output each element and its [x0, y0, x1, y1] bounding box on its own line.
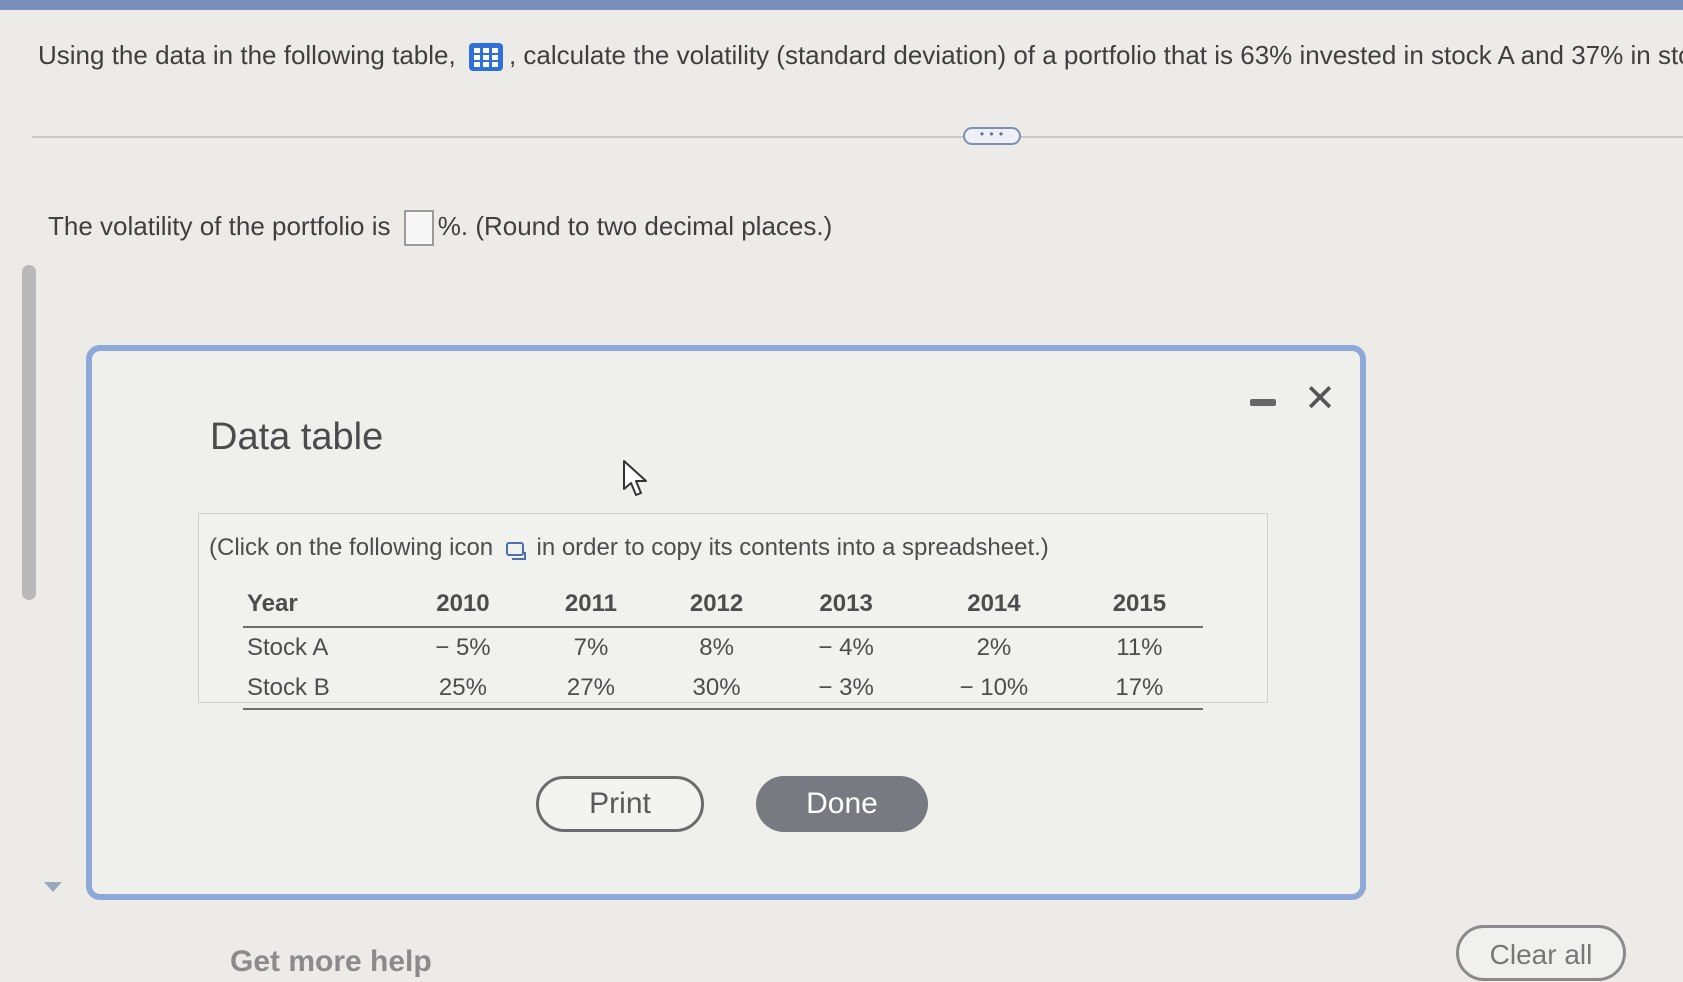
table-row: Stock A − 5% 7% 8% − 4% 2% 11%: [243, 627, 1203, 668]
header-cell: 2013: [780, 584, 913, 628]
question-text: Using the data in the following table, ,…: [38, 40, 1683, 72]
mouse-pointer-icon: [623, 460, 647, 496]
header-cell: 2014: [912, 584, 1076, 628]
table-cell: − 5%: [435, 634, 491, 661]
answer-prefix: The volatility of the portfolio is: [48, 210, 391, 241]
close-icon[interactable]: ✕: [1302, 380, 1338, 418]
print-button[interactable]: Print: [536, 776, 704, 832]
table-cell: − 10%: [912, 668, 1076, 710]
page-scrollbar[interactable]: [22, 265, 36, 600]
row-label: Stock A: [247, 634, 329, 661]
answer-unit: %.: [437, 210, 469, 241]
table-cell: 2%: [976, 634, 1012, 661]
header-cell: 2010: [397, 584, 529, 628]
header-cell: 2011: [528, 584, 653, 628]
scroll-down-arrow-icon[interactable]: [44, 882, 62, 892]
table-cell: − 4%: [818, 634, 874, 661]
copy-hint: (Click on the following icon in order to…: [209, 534, 1049, 562]
expand-more-button[interactable]: • • •: [963, 127, 1021, 145]
table-row: Stock B 25% 27% 30% − 3% − 10% 17%: [243, 668, 1203, 710]
minimize-icon[interactable]: [1250, 399, 1276, 406]
table-cell: 30%: [652, 668, 781, 710]
data-table-dialog: Data table ✕ (Click on the following ico…: [86, 345, 1366, 900]
table-grid-icon[interactable]: [468, 43, 503, 72]
get-more-help-link[interactable]: Get more help: [230, 945, 432, 979]
data-table-panel: (Click on the following icon in order to…: [198, 513, 1268, 710]
table-cell: 25%: [397, 668, 529, 710]
clear-all-button[interactable]: Clear all: [1456, 925, 1626, 981]
header-cell: 2015: [1075, 584, 1203, 628]
table-cell: 11%: [1116, 634, 1163, 661]
copy-hint-suffix: in order to copy its contents into a spr…: [536, 534, 1049, 561]
dialog-title: Data table: [210, 416, 384, 458]
volatility-answer-input[interactable]: [403, 210, 434, 246]
question-prefix: Using the data in the following table,: [38, 40, 456, 70]
table-cell: 7%: [573, 634, 609, 661]
table-header-row: Year 2010 2011 2012 2013 2014 2015: [243, 584, 1203, 628]
answer-hint: (Round to two decimal places.): [475, 210, 833, 241]
returns-table: Year 2010 2011 2012 2013 2014 2015 Stock…: [243, 584, 1203, 710]
top-accent-bar: [0, 0, 1683, 10]
question-suffix: , calculate the volatility (standard dev…: [508, 40, 1683, 70]
header-cell: 2012: [652, 584, 781, 628]
table-cell: 17%: [1075, 668, 1203, 710]
done-button[interactable]: Done: [756, 776, 928, 832]
header-cell: Year: [243, 584, 397, 628]
copy-hint-prefix: (Click on the following icon: [209, 534, 494, 561]
table-cell: 8%: [699, 634, 734, 661]
answer-line: The volatility of the portfolio is %. (R…: [48, 210, 832, 246]
copy-to-spreadsheet-icon[interactable]: [505, 541, 526, 560]
row-label: Stock B: [243, 668, 397, 710]
table-cell: − 3%: [780, 668, 913, 710]
section-divider: [32, 136, 1683, 138]
table-cell: 27%: [528, 668, 653, 710]
